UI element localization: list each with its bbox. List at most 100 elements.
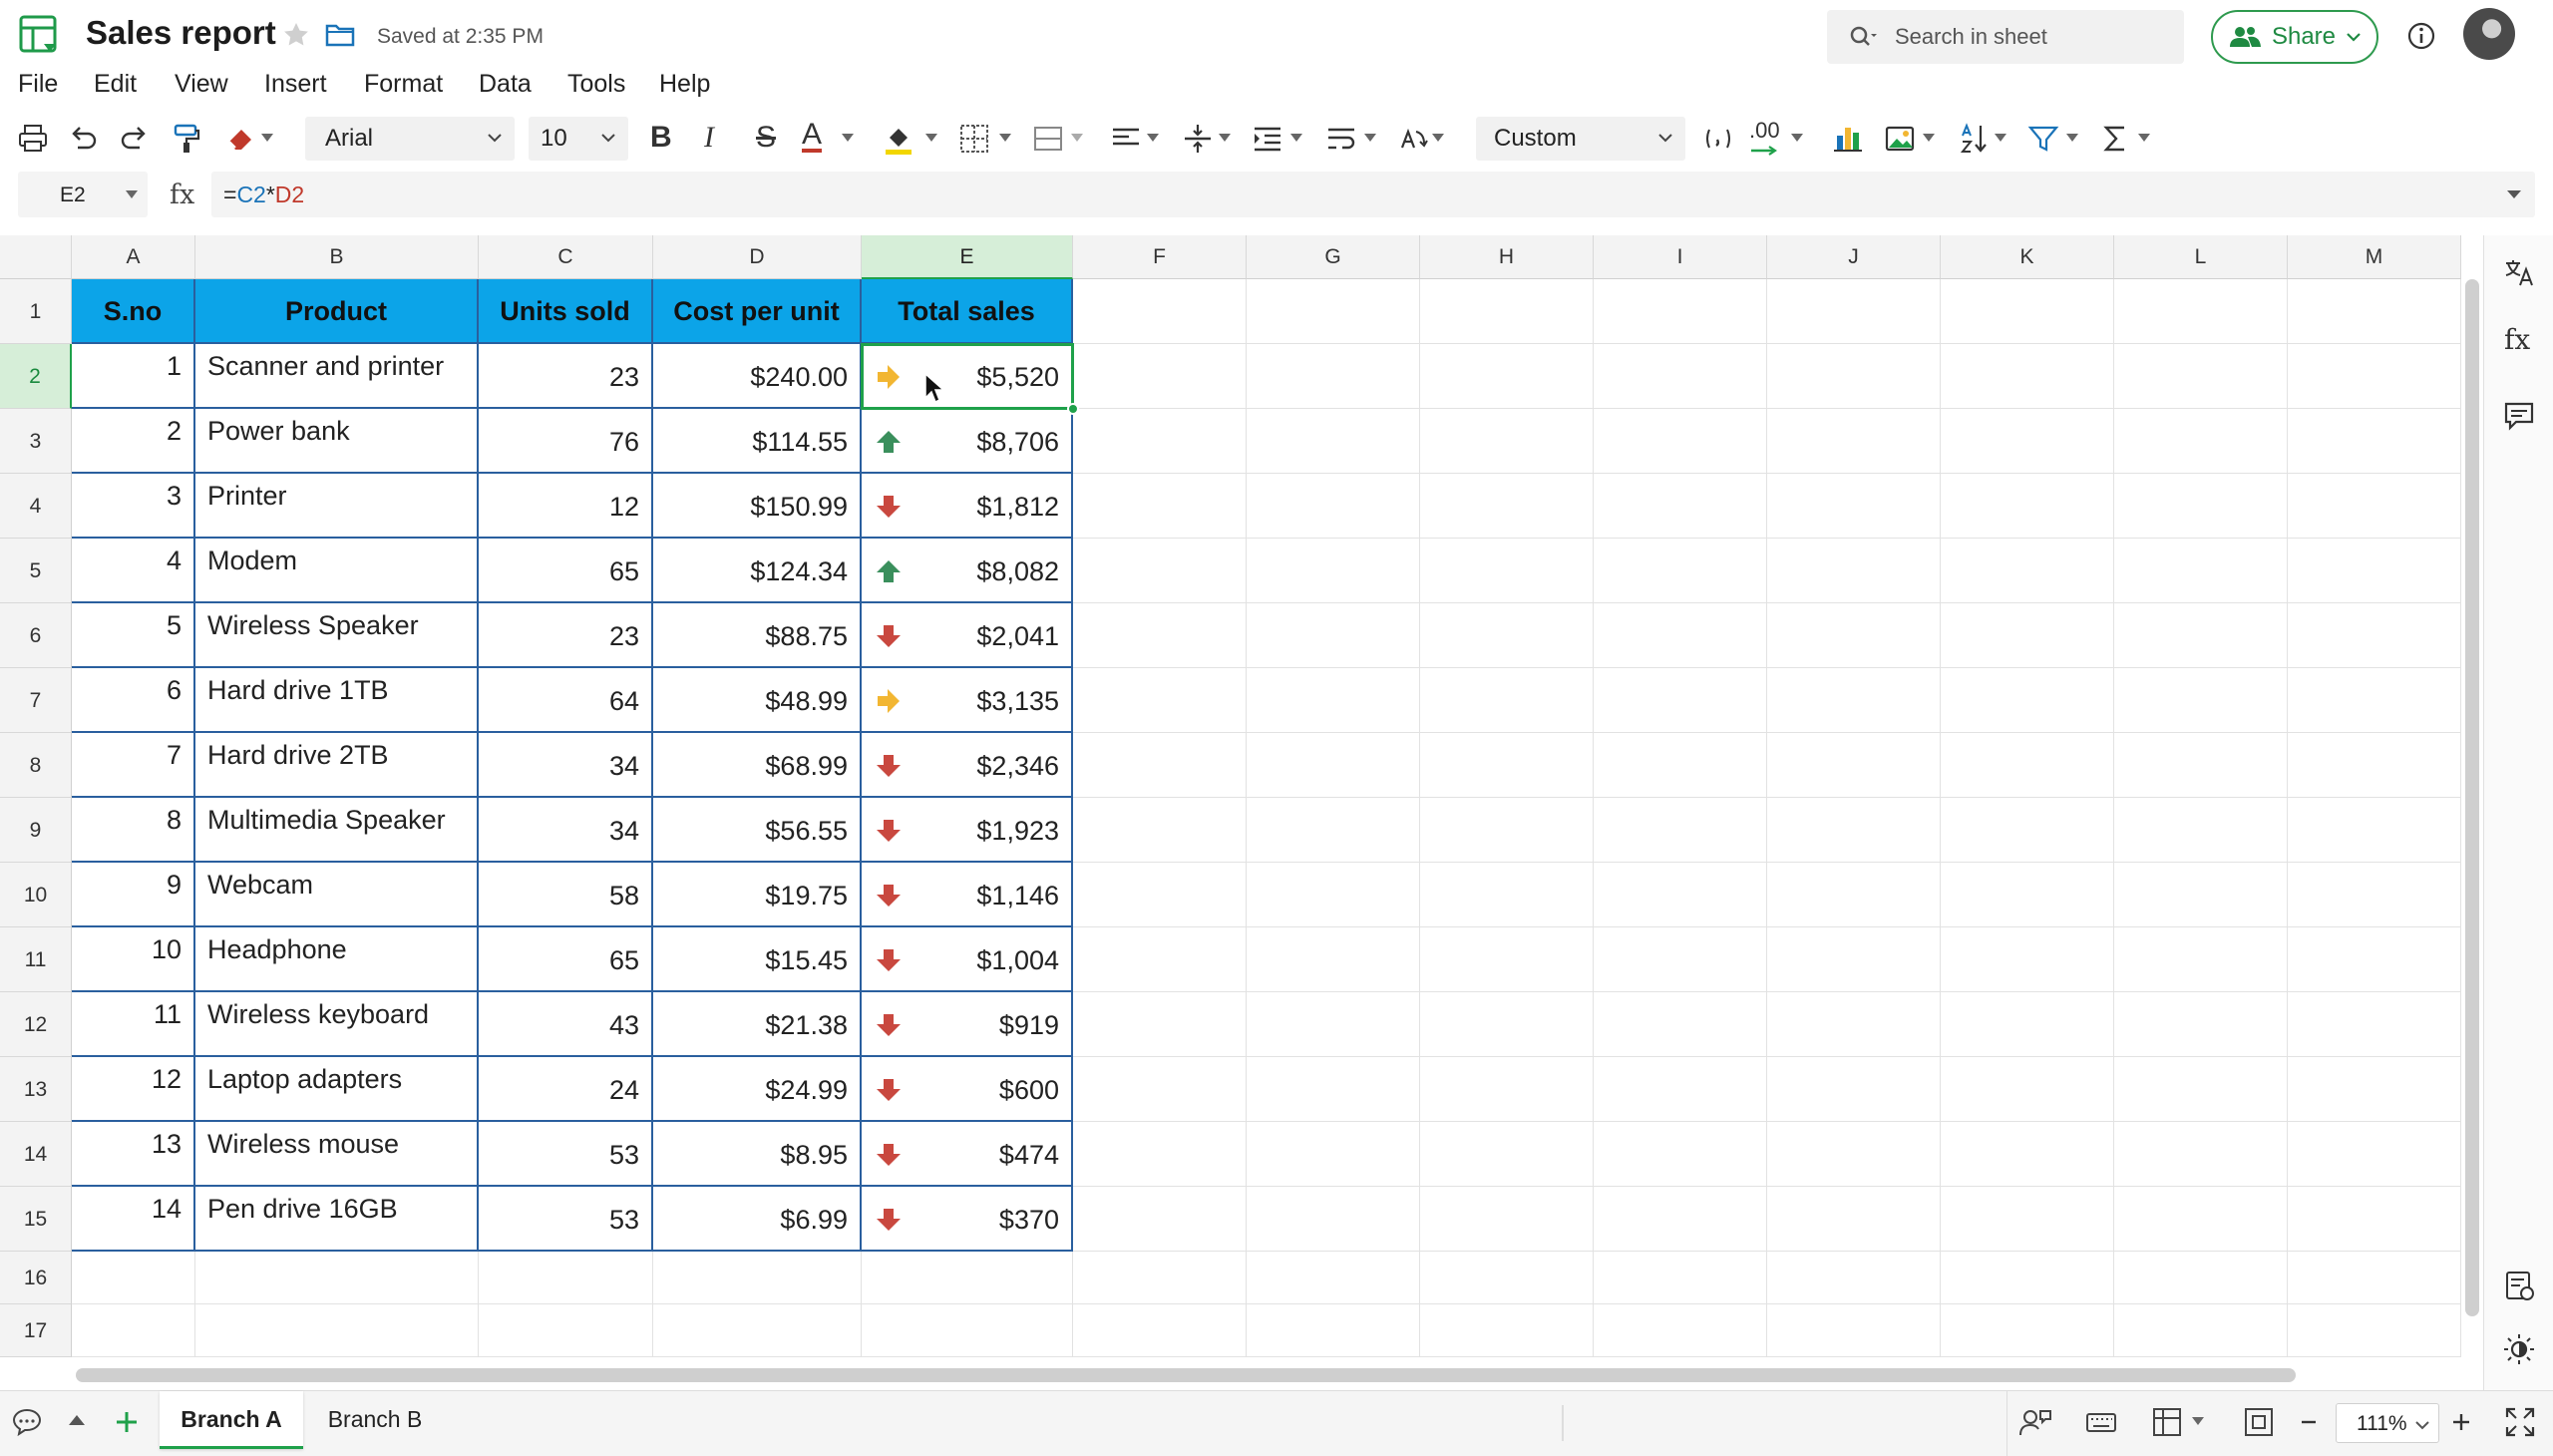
row-header-1[interactable]: 1 — [0, 279, 72, 344]
grid-cell[interactable] — [1073, 992, 1247, 1057]
grid-cell[interactable] — [1247, 474, 1420, 539]
keyboard-icon[interactable] — [2084, 1405, 2118, 1439]
grid-cell[interactable] — [1767, 279, 1941, 344]
grid-cell[interactable] — [1767, 798, 1941, 863]
share-button[interactable]: Share — [2211, 10, 2378, 64]
grid-cell[interactable] — [1941, 927, 2114, 992]
cell-product[interactable]: Wireless keyboard — [195, 992, 479, 1057]
chat-icon[interactable] — [10, 1405, 44, 1439]
text-wrap-icon[interactable] — [1324, 122, 1358, 156]
freeze-panes-icon[interactable] — [2150, 1405, 2184, 1439]
add-sheet-icon[interactable] — [114, 1409, 140, 1435]
grid-cell[interactable] — [2288, 1187, 2461, 1252]
grid-cell[interactable] — [1941, 344, 2114, 409]
grid-cell[interactable] — [1941, 1252, 2114, 1304]
text-rotation-icon[interactable] — [1396, 122, 1430, 156]
cell-cost-per-unit[interactable]: $114.55 — [653, 409, 862, 474]
grid-cell[interactable] — [1073, 668, 1247, 733]
cell-total-sales[interactable]: $8,082 — [862, 539, 1073, 603]
grid-cell[interactable] — [1594, 1252, 1767, 1304]
grid-cell[interactable] — [1594, 733, 1767, 798]
cell-units-sold[interactable]: 23 — [479, 344, 653, 409]
grid-cell[interactable] — [1420, 603, 1594, 668]
fit-to-screen-icon[interactable] — [2242, 1405, 2276, 1439]
italic-button[interactable]: I — [704, 121, 714, 155]
grid-cell[interactable] — [2114, 344, 2288, 409]
grid-cell[interactable] — [2288, 798, 2461, 863]
info-icon[interactable] — [2405, 20, 2437, 52]
grid-cell[interactable] — [2114, 992, 2288, 1057]
grid-cell[interactable] — [1767, 1187, 1941, 1252]
grid-cell[interactable] — [2114, 1252, 2288, 1304]
column-header-a[interactable]: A — [72, 235, 195, 279]
cell-product[interactable]: Laptop adapters — [195, 1057, 479, 1122]
grid-cell[interactable] — [1767, 992, 1941, 1057]
grid-cell[interactable] — [1941, 863, 2114, 927]
grid-cell[interactable] — [2288, 344, 2461, 409]
borders-icon[interactable] — [957, 122, 991, 156]
grid-cell[interactable] — [2288, 668, 2461, 733]
zoom-select[interactable]: 111% — [2336, 1403, 2439, 1443]
header-product[interactable]: Product — [195, 279, 479, 344]
grid-cell[interactable] — [1247, 344, 1420, 409]
grid-cell[interactable] — [2114, 798, 2288, 863]
sheet-tab-branch-a[interactable]: Branch A — [160, 1391, 303, 1449]
chevron-down-icon[interactable] — [1219, 134, 1231, 142]
grid-cell[interactable] — [1073, 344, 1247, 409]
cell-cost-per-unit[interactable]: $88.75 — [653, 603, 862, 668]
cell-total-sales[interactable]: $3,135 — [862, 668, 1073, 733]
vertical-scrollbar[interactable] — [2465, 279, 2479, 1316]
grid-cell[interactable] — [1941, 733, 2114, 798]
grid-cell[interactable] — [2288, 409, 2461, 474]
cell-total-sales[interactable]: $1,146 — [862, 863, 1073, 927]
cell-sno[interactable]: 5 — [72, 603, 195, 668]
grid-cell[interactable] — [2288, 1057, 2461, 1122]
cell-sno[interactable]: 7 — [72, 733, 195, 798]
grid-cell[interactable] — [1941, 409, 2114, 474]
grid-cell[interactable] — [862, 1304, 1073, 1357]
chevron-down-icon[interactable] — [1432, 134, 1444, 142]
grid-cell[interactable] — [2288, 992, 2461, 1057]
grid-cell[interactable] — [2114, 1122, 2288, 1187]
grid-cell[interactable] — [2288, 1122, 2461, 1187]
grid-cell[interactable] — [2114, 668, 2288, 733]
grid-cell[interactable] — [1594, 1122, 1767, 1187]
row-header-16[interactable]: 16 — [0, 1252, 72, 1304]
grid-cell[interactable] — [1073, 539, 1247, 603]
cell-total-sales[interactable]: $1,004 — [862, 927, 1073, 992]
grid-cell[interactable] — [1767, 603, 1941, 668]
sum-icon[interactable] — [2098, 122, 2132, 156]
grid-cell[interactable] — [1247, 927, 1420, 992]
document-title[interactable]: Sales report — [86, 14, 276, 52]
grid-cell[interactable] — [1420, 474, 1594, 539]
chevron-down-icon[interactable] — [2138, 134, 2150, 142]
comments-icon[interactable] — [2502, 399, 2536, 433]
menu-format[interactable]: Format — [364, 70, 443, 99]
grid-cell[interactable] — [2288, 279, 2461, 344]
column-header-e[interactable]: E — [862, 235, 1073, 279]
grid-cell[interactable] — [1247, 798, 1420, 863]
cell-sno[interactable]: 2 — [72, 409, 195, 474]
grid-cell[interactable] — [1594, 474, 1767, 539]
grid-cell[interactable] — [2114, 1304, 2288, 1357]
grid-cell[interactable] — [1247, 668, 1420, 733]
grid-cell[interactable] — [1594, 863, 1767, 927]
cell-units-sold[interactable]: 23 — [479, 603, 653, 668]
grid-cell[interactable] — [1767, 539, 1941, 603]
grid-cell[interactable] — [1247, 1187, 1420, 1252]
column-header-f[interactable]: F — [1073, 235, 1247, 279]
grid-cell[interactable] — [1247, 1122, 1420, 1187]
grid-cell[interactable] — [2114, 1187, 2288, 1252]
grid-cell[interactable] — [1247, 863, 1420, 927]
cell-cost-per-unit[interactable]: $19.75 — [653, 863, 862, 927]
row-header-14[interactable]: 14 — [0, 1122, 72, 1187]
cell-total-sales[interactable]: $1,923 — [862, 798, 1073, 863]
grid-cell[interactable] — [1594, 409, 1767, 474]
cell-product[interactable]: Modem — [195, 539, 479, 603]
chevron-down-icon[interactable] — [2066, 134, 2078, 142]
cell-units-sold[interactable]: 24 — [479, 1057, 653, 1122]
column-header-d[interactable]: D — [653, 235, 862, 279]
grid-cell[interactable] — [195, 1304, 479, 1357]
cell-cost-per-unit[interactable]: $240.00 — [653, 344, 862, 409]
search-input[interactable] — [1895, 22, 2174, 52]
